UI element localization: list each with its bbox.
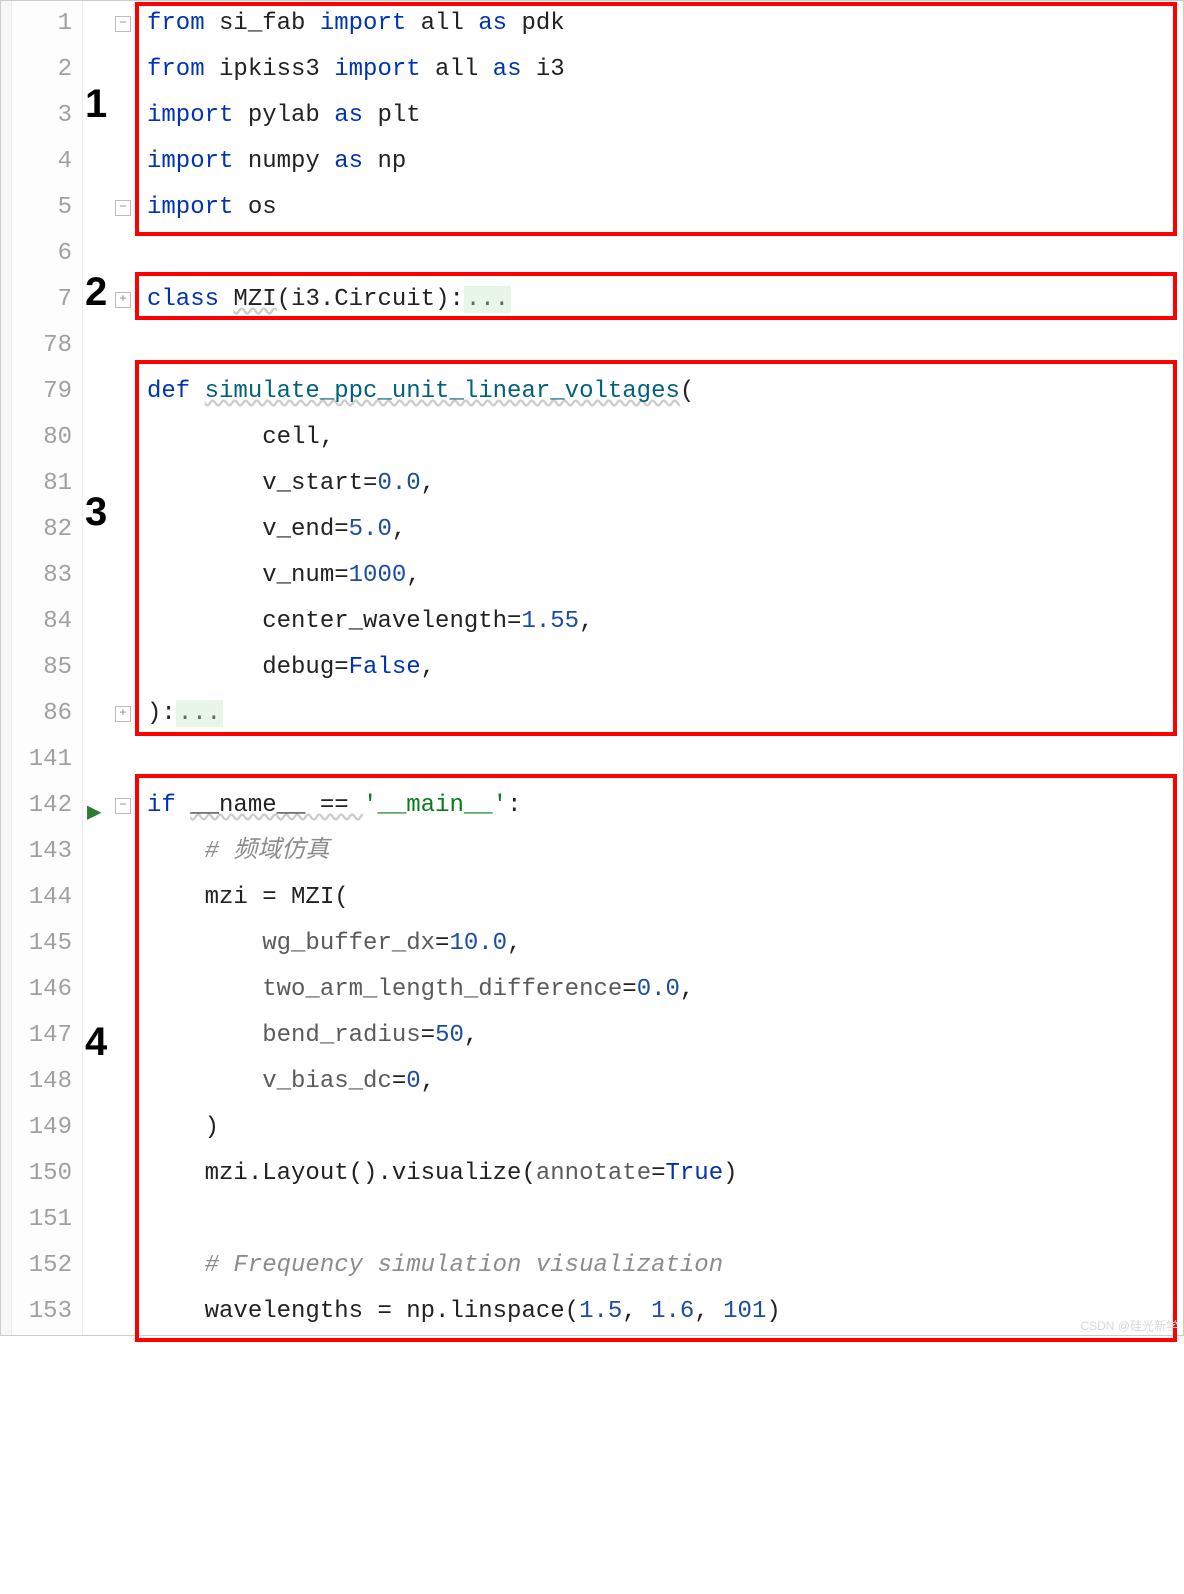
code-line[interactable] <box>147 323 1183 369</box>
code-line[interactable]: from ipkiss3 import all as i3 <box>147 47 1183 93</box>
run-gutter: ▶ <box>83 1 113 1335</box>
breakpoint-gutter[interactable] <box>1 1 12 1335</box>
annotation-label-3: 3 <box>85 490 107 535</box>
code-line[interactable]: two_arm_length_difference=0.0, <box>147 967 1183 1013</box>
line-number: 141 <box>12 737 82 783</box>
code-line[interactable]: mzi = MZI( <box>147 875 1183 921</box>
folded-region[interactable]: ... <box>464 286 511 313</box>
line-number: 85 <box>12 645 82 691</box>
code-line[interactable]: bend_radius=50, <box>147 1013 1183 1059</box>
line-number: 1 <box>12 1 82 47</box>
annotation-label-1: 1 <box>85 82 107 127</box>
line-number: 148 <box>12 1059 82 1105</box>
code-line[interactable]: ) <box>147 1105 1183 1151</box>
line-number: 86 <box>12 691 82 737</box>
fold-gutter: − − + + − <box>113 1 143 1335</box>
code-line[interactable]: import numpy as np <box>147 139 1183 185</box>
line-number: 142 <box>12 783 82 829</box>
code-line[interactable]: ):... <box>147 691 1183 737</box>
code-line[interactable]: if __name__ == '__main__': <box>147 783 1183 829</box>
code-line[interactable]: # 频域仿真 <box>147 829 1183 875</box>
fold-collapse-icon[interactable]: − <box>115 200 131 216</box>
annotation-label-2: 2 <box>85 270 107 315</box>
line-number: 3 <box>12 93 82 139</box>
code-line[interactable]: import os <box>147 185 1183 231</box>
watermark: CSDN @硅光新学 <box>1080 1317 1178 1334</box>
line-number: 84 <box>12 599 82 645</box>
code-line[interactable]: v_end=5.0, <box>147 507 1183 553</box>
code-line[interactable]: center_wavelength=1.55, <box>147 599 1183 645</box>
code-line[interactable]: mzi.Layout().visualize(annotate=True) <box>147 1151 1183 1197</box>
code-line[interactable]: wg_buffer_dx=10.0, <box>147 921 1183 967</box>
line-number: 80 <box>12 415 82 461</box>
code-line[interactable]: cell, <box>147 415 1183 461</box>
line-number: 83 <box>12 553 82 599</box>
annotation-label-4: 4 <box>85 1020 107 1065</box>
line-number: 81 <box>12 461 82 507</box>
line-number: 145 <box>12 921 82 967</box>
line-number: 79 <box>12 369 82 415</box>
fold-expand-icon[interactable]: + <box>115 292 131 308</box>
line-number: 78 <box>12 323 82 369</box>
line-number: 152 <box>12 1243 82 1289</box>
code-editor[interactable]: 1 2 3 4 5 6 7 78 79 80 81 82 83 84 85 86… <box>0 0 1184 1336</box>
code-line[interactable]: debug=False, <box>147 645 1183 691</box>
line-number: 147 <box>12 1013 82 1059</box>
folded-region[interactable]: ... <box>176 700 223 727</box>
line-number: 150 <box>12 1151 82 1197</box>
line-number: 7 <box>12 277 82 323</box>
fold-collapse-icon[interactable]: − <box>115 16 131 32</box>
line-number: 149 <box>12 1105 82 1151</box>
line-number: 82 <box>12 507 82 553</box>
code-line[interactable] <box>147 737 1183 783</box>
line-number: 4 <box>12 139 82 185</box>
code-line[interactable]: v_num=1000, <box>147 553 1183 599</box>
code-line[interactable]: import pylab as plt <box>147 93 1183 139</box>
run-main-icon[interactable]: ▶ <box>87 797 101 827</box>
line-number: 146 <box>12 967 82 1013</box>
code-line[interactable]: wavelengths = np.linspace(1.5, 1.6, 101) <box>147 1289 1183 1335</box>
code-line[interactable]: from si_fab import all as pdk <box>147 1 1183 47</box>
line-number: 144 <box>12 875 82 921</box>
code-line[interactable]: v_start=0.0, <box>147 461 1183 507</box>
fold-expand-icon[interactable]: + <box>115 706 131 722</box>
fold-collapse-icon[interactable]: − <box>115 798 131 814</box>
line-number: 151 <box>12 1197 82 1243</box>
code-line[interactable] <box>147 231 1183 277</box>
line-number: 143 <box>12 829 82 875</box>
code-line[interactable] <box>147 1197 1183 1243</box>
line-number: 2 <box>12 47 82 93</box>
line-number: 6 <box>12 231 82 277</box>
code-line[interactable]: class MZI(i3.Circuit):... <box>147 277 1183 323</box>
line-number: 153 <box>12 1289 82 1335</box>
code-line[interactable]: v_bias_dc=0, <box>147 1059 1183 1105</box>
code-line[interactable]: # Frequency simulation visualization <box>147 1243 1183 1289</box>
code-line[interactable]: def simulate_ppc_unit_linear_voltages( <box>147 369 1183 415</box>
line-number-gutter: 1 2 3 4 5 6 7 78 79 80 81 82 83 84 85 86… <box>12 1 83 1335</box>
code-area[interactable]: from si_fab import all as pdk from ipkis… <box>143 1 1183 1335</box>
line-number: 5 <box>12 185 82 231</box>
